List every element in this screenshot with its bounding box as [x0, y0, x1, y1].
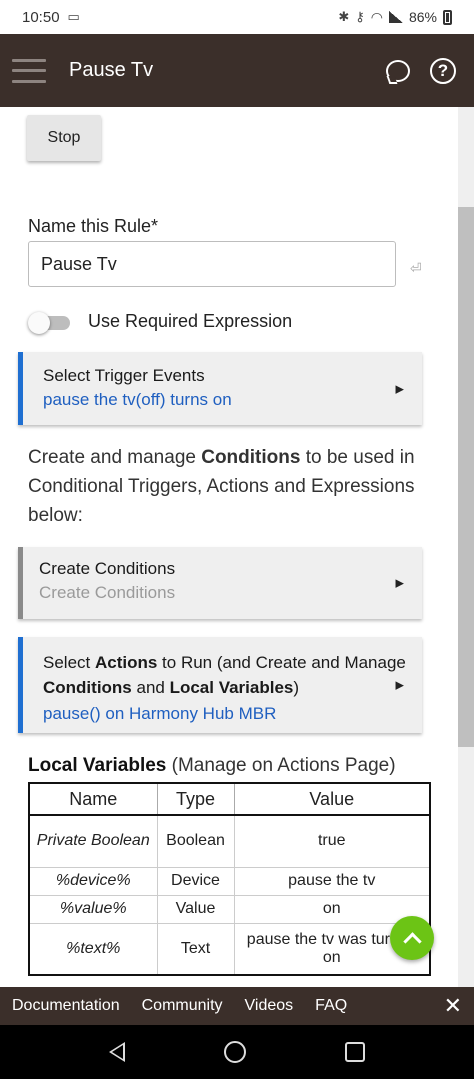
trigger-card-title: Select Trigger Events: [43, 366, 205, 385]
variable-name: Private Boolean: [28, 814, 158, 868]
column-header-value: Value: [233, 782, 431, 816]
footer-link-documentation[interactable]: Documentation: [12, 997, 120, 1015]
column-header-name: Name: [28, 782, 158, 816]
arrow-right-icon: ▶: [395, 383, 404, 395]
chevron-up-icon: [402, 931, 422, 951]
variable-type: Text: [156, 922, 235, 976]
table-row: %value% Value on: [28, 894, 431, 924]
actions-card-summary: pause() on Harmony Hub MBR: [43, 704, 277, 723]
select-actions-card[interactable]: Select Actions to Run (and Create and Ma…: [18, 637, 422, 733]
table-header-row: Name Type Value: [28, 782, 431, 816]
arrow-right-icon: ▶: [395, 679, 404, 692]
actions-card-title: Select Actions to Run (and Create and Ma…: [43, 653, 406, 697]
footer-link-videos[interactable]: Videos: [245, 997, 294, 1015]
vpn-key-icon: ⚷: [355, 9, 365, 24]
notification-icon: ▭: [67, 9, 80, 24]
column-header-type: Type: [156, 782, 235, 816]
conditions-description: Create and manage Conditions to be used …: [28, 447, 415, 526]
close-icon[interactable]: ✕: [444, 993, 462, 1019]
variable-name: %text%: [28, 922, 158, 976]
status-time: 10:50: [22, 8, 60, 26]
conditions-card-summary: Create Conditions: [39, 583, 176, 602]
enter-icon: ⏎: [410, 260, 422, 276]
variable-type: Device: [156, 866, 235, 896]
local-variables-table: Name Type Value Private Boolean Boolean …: [28, 782, 431, 976]
back-icon[interactable]: [109, 1042, 126, 1062]
stop-button[interactable]: Stop: [27, 115, 101, 161]
local-variables-heading: Local Variables (Manage on Actions Page): [28, 755, 396, 776]
status-bar: 10:50 ▭ ✱ ⚷ ◠ 86%: [0, 0, 474, 34]
bluetooth-icon: ✱: [338, 9, 350, 24]
conditions-card-title: Create Conditions: [39, 559, 176, 578]
home-icon[interactable]: [223, 1041, 246, 1063]
variable-value: pause the tv: [233, 866, 431, 896]
app-bar: Pause Tv ?: [0, 34, 474, 107]
battery-icon: [443, 9, 452, 25]
select-trigger-events-card[interactable]: Select Trigger Events pause the tv(off) …: [18, 352, 422, 425]
variable-value: true: [233, 814, 431, 868]
chat-icon[interactable]: [386, 59, 410, 82]
variable-name: %value%: [28, 894, 158, 924]
recent-apps-icon[interactable]: [344, 1042, 365, 1062]
help-icon[interactable]: ?: [430, 57, 456, 84]
trigger-card-summary: pause the tv(off) turns on: [43, 390, 232, 409]
footer-link-community[interactable]: Community: [142, 997, 223, 1015]
wifi-icon: ◠: [370, 8, 383, 25]
rule-editor-content: Stop Name this Rule* ⏎ Use Required Expr…: [0, 107, 474, 987]
signal-icon: [388, 11, 403, 23]
arrow-right-icon: ▶: [395, 577, 404, 590]
table-row: %device% Device pause the tv: [28, 866, 431, 896]
rule-name-input[interactable]: [28, 241, 396, 287]
footer-bar: Documentation Community Videos FAQ ✕: [0, 987, 474, 1025]
footer-link-faq[interactable]: FAQ: [315, 997, 347, 1015]
menu-icon[interactable]: [12, 58, 46, 83]
required-expression-toggle[interactable]: [28, 311, 70, 334]
system-nav-bar: [0, 1025, 474, 1079]
required-expression-label: Use Required Expression: [88, 311, 293, 331]
table-row: Private Boolean Boolean true: [28, 814, 431, 868]
variable-type: Value: [156, 894, 235, 924]
rule-name-label: Name this Rule*: [28, 216, 159, 236]
table-row: %text% Text pause the tv was turned on: [28, 922, 431, 976]
variable-name: %device%: [28, 866, 158, 896]
battery-percent: 86%: [408, 9, 437, 25]
page-title: Pause Tv: [69, 59, 154, 81]
create-conditions-card[interactable]: Create Conditions Create Conditions ▶: [18, 547, 422, 619]
scrollbar-thumb[interactable]: [458, 207, 474, 747]
variable-type: Boolean: [156, 814, 235, 868]
scroll-to-top-button[interactable]: [390, 916, 434, 960]
